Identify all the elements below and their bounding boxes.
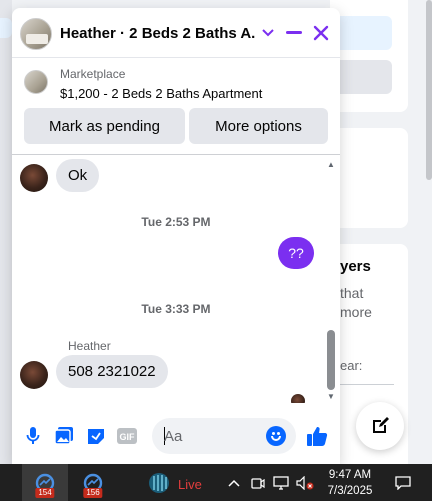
- chat-window: Heather · 2 Beds 2 Baths A... Marketplac…: [12, 8, 340, 464]
- chevron-up-icon[interactable]: [226, 464, 242, 501]
- gif-label: GIF: [120, 432, 136, 442]
- listing-avatar[interactable]: [20, 18, 52, 50]
- new-message-button[interactable]: [356, 402, 404, 450]
- message-bubble[interactable]: 508 2321022: [56, 355, 168, 388]
- message-bubble-outgoing[interactable]: ??: [278, 237, 314, 269]
- close-icon[interactable]: [311, 23, 331, 43]
- message-list[interactable]: Ok Tue 2:53 PM ?? Tue 3:33 PM Heather 50…: [12, 155, 340, 403]
- compose-icon: [373, 417, 389, 433]
- sticker-icon[interactable]: [85, 425, 107, 447]
- mark-as-pending-button[interactable]: Mark as pending: [24, 108, 185, 144]
- seen-indicator: [291, 394, 305, 403]
- scroll-up-icon[interactable]: ▲: [327, 160, 335, 169]
- timestamp: Tue 3:33 PM: [141, 302, 211, 316]
- taskbar-app-messenger[interactable]: 154: [22, 464, 68, 501]
- chat-title[interactable]: Heather · 2 Beds 2 Baths A...: [60, 25, 256, 42]
- taskbar-app-messenger-2[interactable]: 156: [70, 464, 116, 501]
- taskbar: 154 156 Live 9:47 AM 7/3/2025: [0, 464, 432, 501]
- more-options-button[interactable]: More options: [189, 108, 328, 144]
- listing-thumbnail: [24, 70, 48, 94]
- listing-title[interactable]: $1,200 - 2 Beds 2 Baths Apartment: [60, 86, 262, 101]
- live-label[interactable]: Live: [178, 477, 202, 492]
- message-composer: GIF: [12, 414, 340, 458]
- camera-icon[interactable]: [250, 464, 266, 501]
- clock-time: 9:47 AM: [328, 469, 372, 481]
- page-scrollbar-thumb[interactable]: [426, 0, 432, 180]
- photo-icon[interactable]: [53, 425, 75, 447]
- emoji-icon[interactable]: [266, 426, 286, 446]
- chat-scrollbar-thumb[interactable]: [327, 330, 335, 390]
- timestamp: Tue 2:53 PM: [141, 215, 211, 229]
- thumbs-up-icon[interactable]: [306, 425, 328, 447]
- marketplace-listing[interactable]: Marketplace $1,200 - 2 Beds 2 Baths Apar…: [12, 58, 340, 104]
- microphone-icon[interactable]: [22, 425, 44, 447]
- message-bubble[interactable]: Ok: [56, 159, 100, 192]
- chat-scrollbar[interactable]: ▲ ▼: [326, 158, 336, 404]
- scroll-down-icon[interactable]: ▼: [327, 392, 335, 401]
- right-card-heading: yers: [340, 258, 371, 275]
- minimize-icon[interactable]: [284, 23, 304, 43]
- chat-header[interactable]: Heather · 2 Beds 2 Baths A...: [12, 8, 340, 58]
- page-scrollbar[interactable]: [424, 0, 432, 190]
- taskbar-clock[interactable]: 9:47 AM 7/3/2025: [322, 467, 378, 499]
- gif-icon[interactable]: GIF: [116, 425, 138, 447]
- clock-date: 7/3/2025: [327, 485, 373, 497]
- message-input-box[interactable]: [152, 418, 296, 454]
- marketplace-label: Marketplace: [60, 67, 126, 81]
- volume-muted-icon[interactable]: [296, 464, 314, 501]
- notifications-icon[interactable]: [392, 464, 414, 501]
- message-input[interactable]: [164, 426, 264, 446]
- sender-name: Heather: [68, 339, 111, 353]
- left-panel: [0, 0, 12, 464]
- notification-badge: 154: [35, 488, 55, 498]
- chevron-down-icon[interactable]: [258, 23, 278, 43]
- left-panel-item: [0, 232, 10, 268]
- right-card-buttons: [330, 0, 408, 112]
- right-card-caption: ear:: [340, 358, 363, 373]
- taskbar-app-cricket[interactable]: [144, 464, 174, 501]
- right-card-empty: [330, 128, 408, 228]
- taskbar-app-partial[interactable]: [0, 464, 10, 501]
- right-card-body: that more: [340, 285, 372, 320]
- right-card-divider: [340, 384, 394, 385]
- cricket-app-icon: [149, 472, 169, 493]
- left-panel-highlight: [0, 18, 12, 38]
- avatar[interactable]: [20, 361, 48, 389]
- network-icon[interactable]: [272, 464, 290, 501]
- notification-badge: 156: [83, 488, 103, 498]
- avatar[interactable]: [20, 164, 48, 192]
